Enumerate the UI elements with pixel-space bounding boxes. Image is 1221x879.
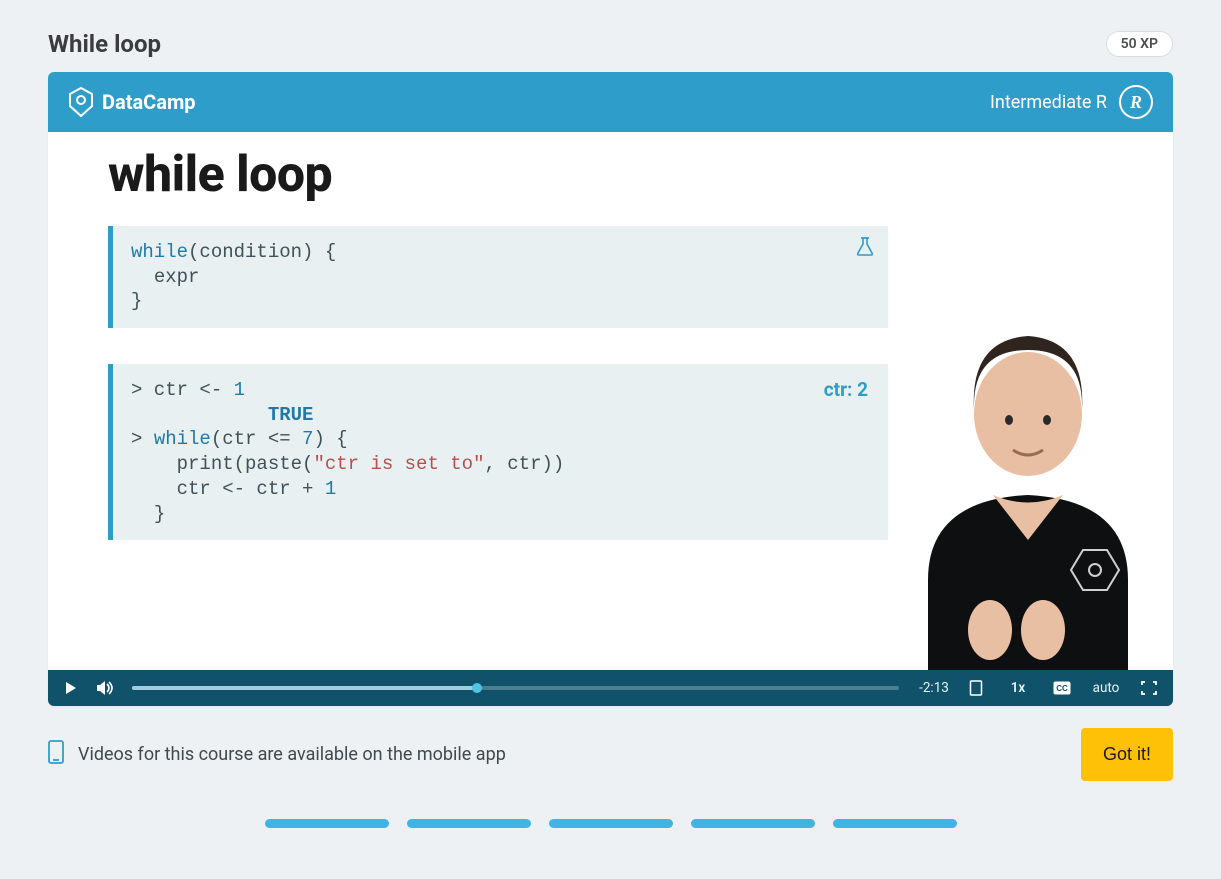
play-button[interactable] <box>64 681 78 695</box>
segment-pill[interactable] <box>549 819 673 828</box>
quality-selector[interactable]: auto <box>1089 680 1123 696</box>
video-controls: -2:13 1x CC auto <box>48 670 1173 706</box>
transcript-button[interactable] <box>969 680 983 696</box>
code-token: > <box>131 428 154 450</box>
playback-speed[interactable]: 1x <box>1001 680 1035 696</box>
segment-pill[interactable] <box>691 819 815 828</box>
code-block-syntax: while(condition) { expr } <box>108 226 888 328</box>
code-token: print(paste( <box>177 453 314 475</box>
slide-area[interactable]: while loop while(condition) { expr } ctr… <box>48 132 1173 670</box>
code-token: 7 <box>302 428 313 450</box>
code-token: 1 <box>325 478 336 500</box>
code-token: > ctr <- <box>131 379 234 401</box>
progress-bar[interactable] <box>132 686 899 690</box>
captions-button[interactable]: CC <box>1053 681 1071 695</box>
code-token: "ctr is set to" <box>313 453 484 475</box>
code-token: } <box>131 290 142 312</box>
code-token: (condition) { <box>188 241 336 263</box>
mobile-icon <box>48 740 64 769</box>
code-block-example: ctr: 2 > ctr <- 1 TRUE > while(ctr <= 7) … <box>108 364 888 540</box>
page-title: While loop <box>48 30 161 58</box>
got-it-button[interactable]: Got it! <box>1081 728 1173 781</box>
flask-icon <box>856 236 874 264</box>
code-token: while <box>131 241 188 263</box>
progress-knob[interactable] <box>472 683 482 693</box>
course-name: Intermediate R <box>990 92 1107 113</box>
code-token: while <box>154 428 211 450</box>
code-token: ctr <- ctr + <box>177 478 325 500</box>
svg-text:CC: CC <box>1056 684 1068 693</box>
segment-pill[interactable] <box>407 819 531 828</box>
fullscreen-button[interactable] <box>1141 681 1157 695</box>
code-token: expr <box>154 266 200 288</box>
brand-text: DataCamp <box>102 90 196 114</box>
code-token: (ctr <= <box>211 428 302 450</box>
video-header: DataCamp Intermediate R R <box>48 72 1173 132</box>
code-token: ) { <box>313 428 347 450</box>
slide-title: while loop <box>108 146 888 204</box>
datacamp-logo-icon <box>68 87 94 117</box>
xp-badge: 50 XP <box>1106 31 1173 57</box>
video-player: DataCamp Intermediate R R while loop whi… <box>48 72 1173 706</box>
code-token: , ctr)) <box>484 453 564 475</box>
volume-button[interactable] <box>96 680 114 696</box>
time-remaining: -2:13 <box>917 680 951 696</box>
code-token: 1 <box>234 379 245 401</box>
progress-pills <box>48 781 1173 840</box>
segment-pill[interactable] <box>833 819 957 828</box>
code-token: } <box>154 503 165 525</box>
notice-text: Videos for this course are available on … <box>78 744 506 765</box>
presenter-image <box>873 310 1173 670</box>
r-logo-icon: R <box>1119 85 1153 119</box>
code-token: TRUE <box>268 404 314 426</box>
code-side-label: ctr: 2 <box>824 378 868 403</box>
segment-pill[interactable] <box>265 819 389 828</box>
